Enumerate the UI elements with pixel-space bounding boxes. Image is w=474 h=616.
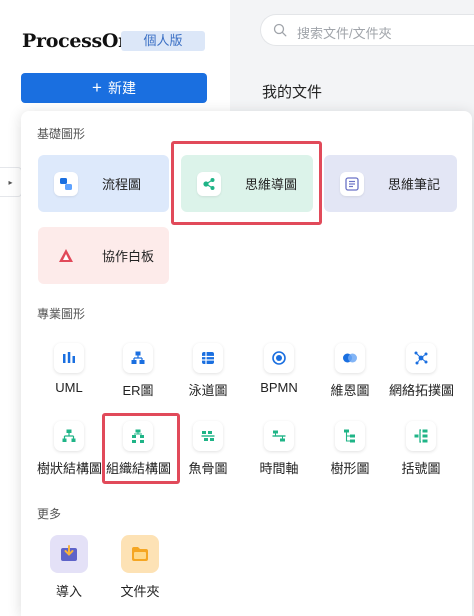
folder-item[interactable]: 文件夾 <box>110 535 170 600</box>
basic-shapes-title: 基礎圖形 <box>37 127 86 141</box>
uml-icon <box>54 343 84 373</box>
network-topology-icon <box>406 343 436 373</box>
import-item[interactable]: 導入 <box>39 535 99 600</box>
plus-icon: + <box>92 77 102 97</box>
tree-structure-icon <box>54 421 84 451</box>
chevron-right-icon: ▸ <box>8 177 13 187</box>
flowchart-label: 流程圖 <box>102 177 142 192</box>
bracket-item[interactable]: 括號圖 <box>389 421 453 477</box>
new-file-dropdown: 基礎圖形 流程圖 思維導圖 思維筆記 協作白板 專業圖形 UML ER圖 泳道圖… <box>21 111 472 616</box>
uml-item[interactable]: UML <box>37 343 101 395</box>
folder-label: 文件夾 <box>120 584 160 599</box>
bracket-label: 括號圖 <box>401 461 441 476</box>
import-icon <box>50 535 88 573</box>
tree-diagram-label: 樹形圖 <box>330 461 370 476</box>
venn-label: 維恩圖 <box>330 383 370 398</box>
folder-icon <box>121 535 159 573</box>
search-icon <box>273 23 287 37</box>
flowchart-card[interactable]: 流程圖 <box>38 155 169 212</box>
more-title: 更多 <box>37 507 62 521</box>
app-logo: ProcessOn <box>22 30 132 52</box>
fishbone-item[interactable]: 魚骨圖 <box>176 421 240 477</box>
new-button-label: 新建 <box>107 80 136 96</box>
mind-note-icon <box>340 171 364 196</box>
whiteboard-card[interactable]: 協作白板 <box>38 227 169 284</box>
swimlane-icon <box>193 343 223 373</box>
mindmap-card[interactable]: 思維導圖 <box>181 155 313 212</box>
timeline-icon <box>264 421 294 451</box>
import-label: 導入 <box>55 584 82 599</box>
network-topology-item[interactable]: 網絡拓撲圖 <box>389 343 455 399</box>
bpmn-icon <box>264 343 294 373</box>
org-chart-item[interactable]: 組織結構圖 <box>106 421 172 477</box>
tree-diagram-item[interactable]: 樹形圖 <box>318 421 382 477</box>
page-title: 我的文件 <box>262 84 323 101</box>
whiteboard-label: 協作白板 <box>102 249 155 264</box>
swimlane-label: 泳道圖 <box>188 383 228 398</box>
org-chart-icon <box>123 421 153 451</box>
search-placeholder: 搜索文件/文件夾 <box>297 26 392 41</box>
network-topology-label: 網絡拓撲圖 <box>389 383 455 398</box>
expand-sidebar-button[interactable]: ▸ <box>0 167 22 197</box>
bracket-icon <box>406 421 436 451</box>
bpmn-label: BPMN <box>260 380 298 395</box>
bpmn-item[interactable]: BPMN <box>247 343 311 395</box>
flowchart-icon <box>54 171 78 196</box>
whiteboard-icon <box>54 244 78 268</box>
mind-note-label: 思維筆記 <box>388 177 441 192</box>
pro-shapes-title: 專業圖形 <box>37 307 86 321</box>
fishbone-icon <box>193 421 223 451</box>
timeline-label: 時間軸 <box>259 461 299 476</box>
venn-icon <box>335 343 365 373</box>
tree-diagram-icon <box>335 421 365 451</box>
venn-item[interactable]: 維恩圖 <box>318 343 382 399</box>
uml-label: UML <box>55 380 83 395</box>
er-diagram-label: ER圖 <box>122 383 154 398</box>
er-diagram-item[interactable]: ER圖 <box>106 343 170 399</box>
mind-note-card[interactable]: 思維筆記 <box>324 155 457 212</box>
new-button[interactable]: + 新建 <box>21 73 207 103</box>
er-diagram-icon <box>123 343 153 373</box>
fishbone-label: 魚骨圖 <box>188 461 228 476</box>
mindmap-icon <box>197 171 221 196</box>
edition-badge: 個人版 <box>121 31 205 51</box>
search-input[interactable]: 搜索文件/文件夾 <box>260 14 474 46</box>
tree-structure-item[interactable]: 樹狀結構圖 <box>37 421 103 477</box>
timeline-item[interactable]: 時間軸 <box>247 421 311 477</box>
swimlane-item[interactable]: 泳道圖 <box>176 343 240 399</box>
tree-structure-label: 樹狀結構圖 <box>37 461 103 476</box>
org-chart-label: 組織結構圖 <box>106 461 172 476</box>
mindmap-label: 思維導圖 <box>245 177 298 192</box>
